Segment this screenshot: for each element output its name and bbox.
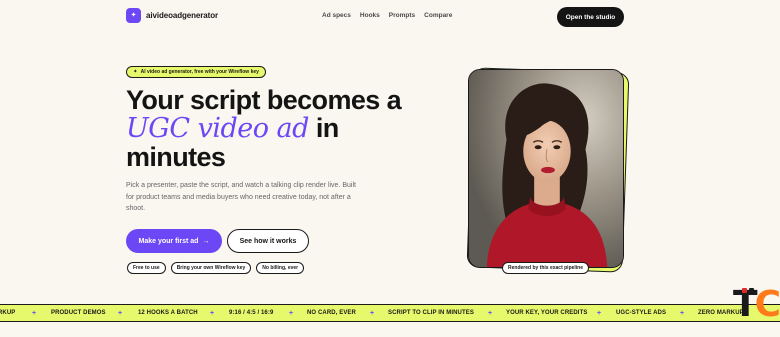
nav-link-ad-specs[interactable]: Ad specs bbox=[322, 12, 351, 19]
headline-part-2: in bbox=[315, 113, 339, 143]
hero-headline: Your script becomes a UGC video ad in mi… bbox=[126, 86, 406, 171]
brand-name: aivideoadgenerator bbox=[146, 11, 219, 20]
nav-link-hooks[interactable]: Hooks bbox=[360, 12, 380, 19]
see-how-it-works-button[interactable]: See how it works bbox=[227, 229, 309, 253]
plus-icon: + bbox=[488, 309, 493, 317]
ticker-item: 12 HOOKS A BATCH bbox=[138, 310, 198, 316]
ticker-item: UGC-STYLE ADS bbox=[616, 310, 667, 316]
make-first-ad-label: Make your first ad bbox=[138, 237, 199, 245]
plus-icon: + bbox=[370, 309, 375, 317]
make-first-ad-button[interactable]: Make your first ad → bbox=[126, 229, 222, 253]
sparkle-icon: ✦ bbox=[126, 8, 141, 23]
plus-icon: + bbox=[680, 309, 685, 317]
watermark-letter-c: C bbox=[754, 284, 780, 325]
presenter-illustration bbox=[469, 70, 623, 267]
plus-icon: + bbox=[597, 309, 602, 317]
ticker-item: YOUR KEY, YOUR CREDITS bbox=[506, 310, 588, 316]
hero-pill-text: AI video ad generator, free with your Wi… bbox=[140, 69, 259, 75]
ticker-item: 9:16 / 4:5 / 16:9 bbox=[229, 310, 274, 316]
chip-bring-your-key: Bring your own Wireflow key bbox=[170, 262, 252, 274]
hero-subtext: Pick a presenter, paste the script, and … bbox=[126, 182, 356, 212]
top-nav: ✦ aivideoadgenerator Ad specs Hooks Prom… bbox=[0, 0, 780, 34]
nav-link-prompts[interactable]: Prompts bbox=[389, 12, 415, 19]
presenter-photo bbox=[468, 69, 624, 268]
headline-part-3: minutes bbox=[126, 142, 226, 172]
plus-icon: + bbox=[289, 309, 294, 317]
nav-links: Ad specs Hooks Prompts Compare bbox=[322, 12, 452, 19]
plus-icon: + bbox=[32, 309, 37, 317]
plus-icon: + bbox=[210, 309, 215, 317]
hero-pill-badge: ✦ AI video ad generator, free with your … bbox=[126, 66, 266, 78]
plus-icon: + bbox=[118, 309, 123, 317]
ticker-item: RKUP bbox=[0, 310, 16, 316]
feature-chips: Free to use Bring your own Wireflow key … bbox=[127, 262, 305, 274]
chip-no-billing: No billing, ever bbox=[256, 262, 305, 274]
brand[interactable]: ✦ aivideoadgenerator bbox=[126, 8, 218, 23]
watermark-dot bbox=[749, 288, 754, 293]
watermark-dot bbox=[742, 288, 747, 293]
headline-accent: UGC video ad bbox=[126, 113, 309, 144]
feature-ticker: RKUP + PRODUCT DEMOS + 12 HOOKS A BATCH … bbox=[0, 304, 780, 322]
headline-part-1: Your script becomes a bbox=[126, 85, 402, 115]
open-studio-button[interactable]: Open the studio bbox=[557, 7, 624, 27]
tc-watermark-logo: TC bbox=[733, 284, 780, 325]
chip-free-to-use: Free to use bbox=[127, 262, 166, 274]
ticker-item: NO CARD, EVER bbox=[307, 310, 356, 316]
photo-caption-badge: Rendered by this exact pipeline bbox=[502, 262, 590, 274]
sparkle-icon: ✦ bbox=[133, 69, 138, 75]
nav-link-compare[interactable]: Compare bbox=[424, 12, 452, 19]
ticker-item: SCRIPT TO CLIP IN MINUTES bbox=[388, 310, 474, 316]
arrow-right-icon: → bbox=[202, 237, 210, 245]
ticker-item: PRODUCT DEMOS bbox=[51, 310, 106, 316]
